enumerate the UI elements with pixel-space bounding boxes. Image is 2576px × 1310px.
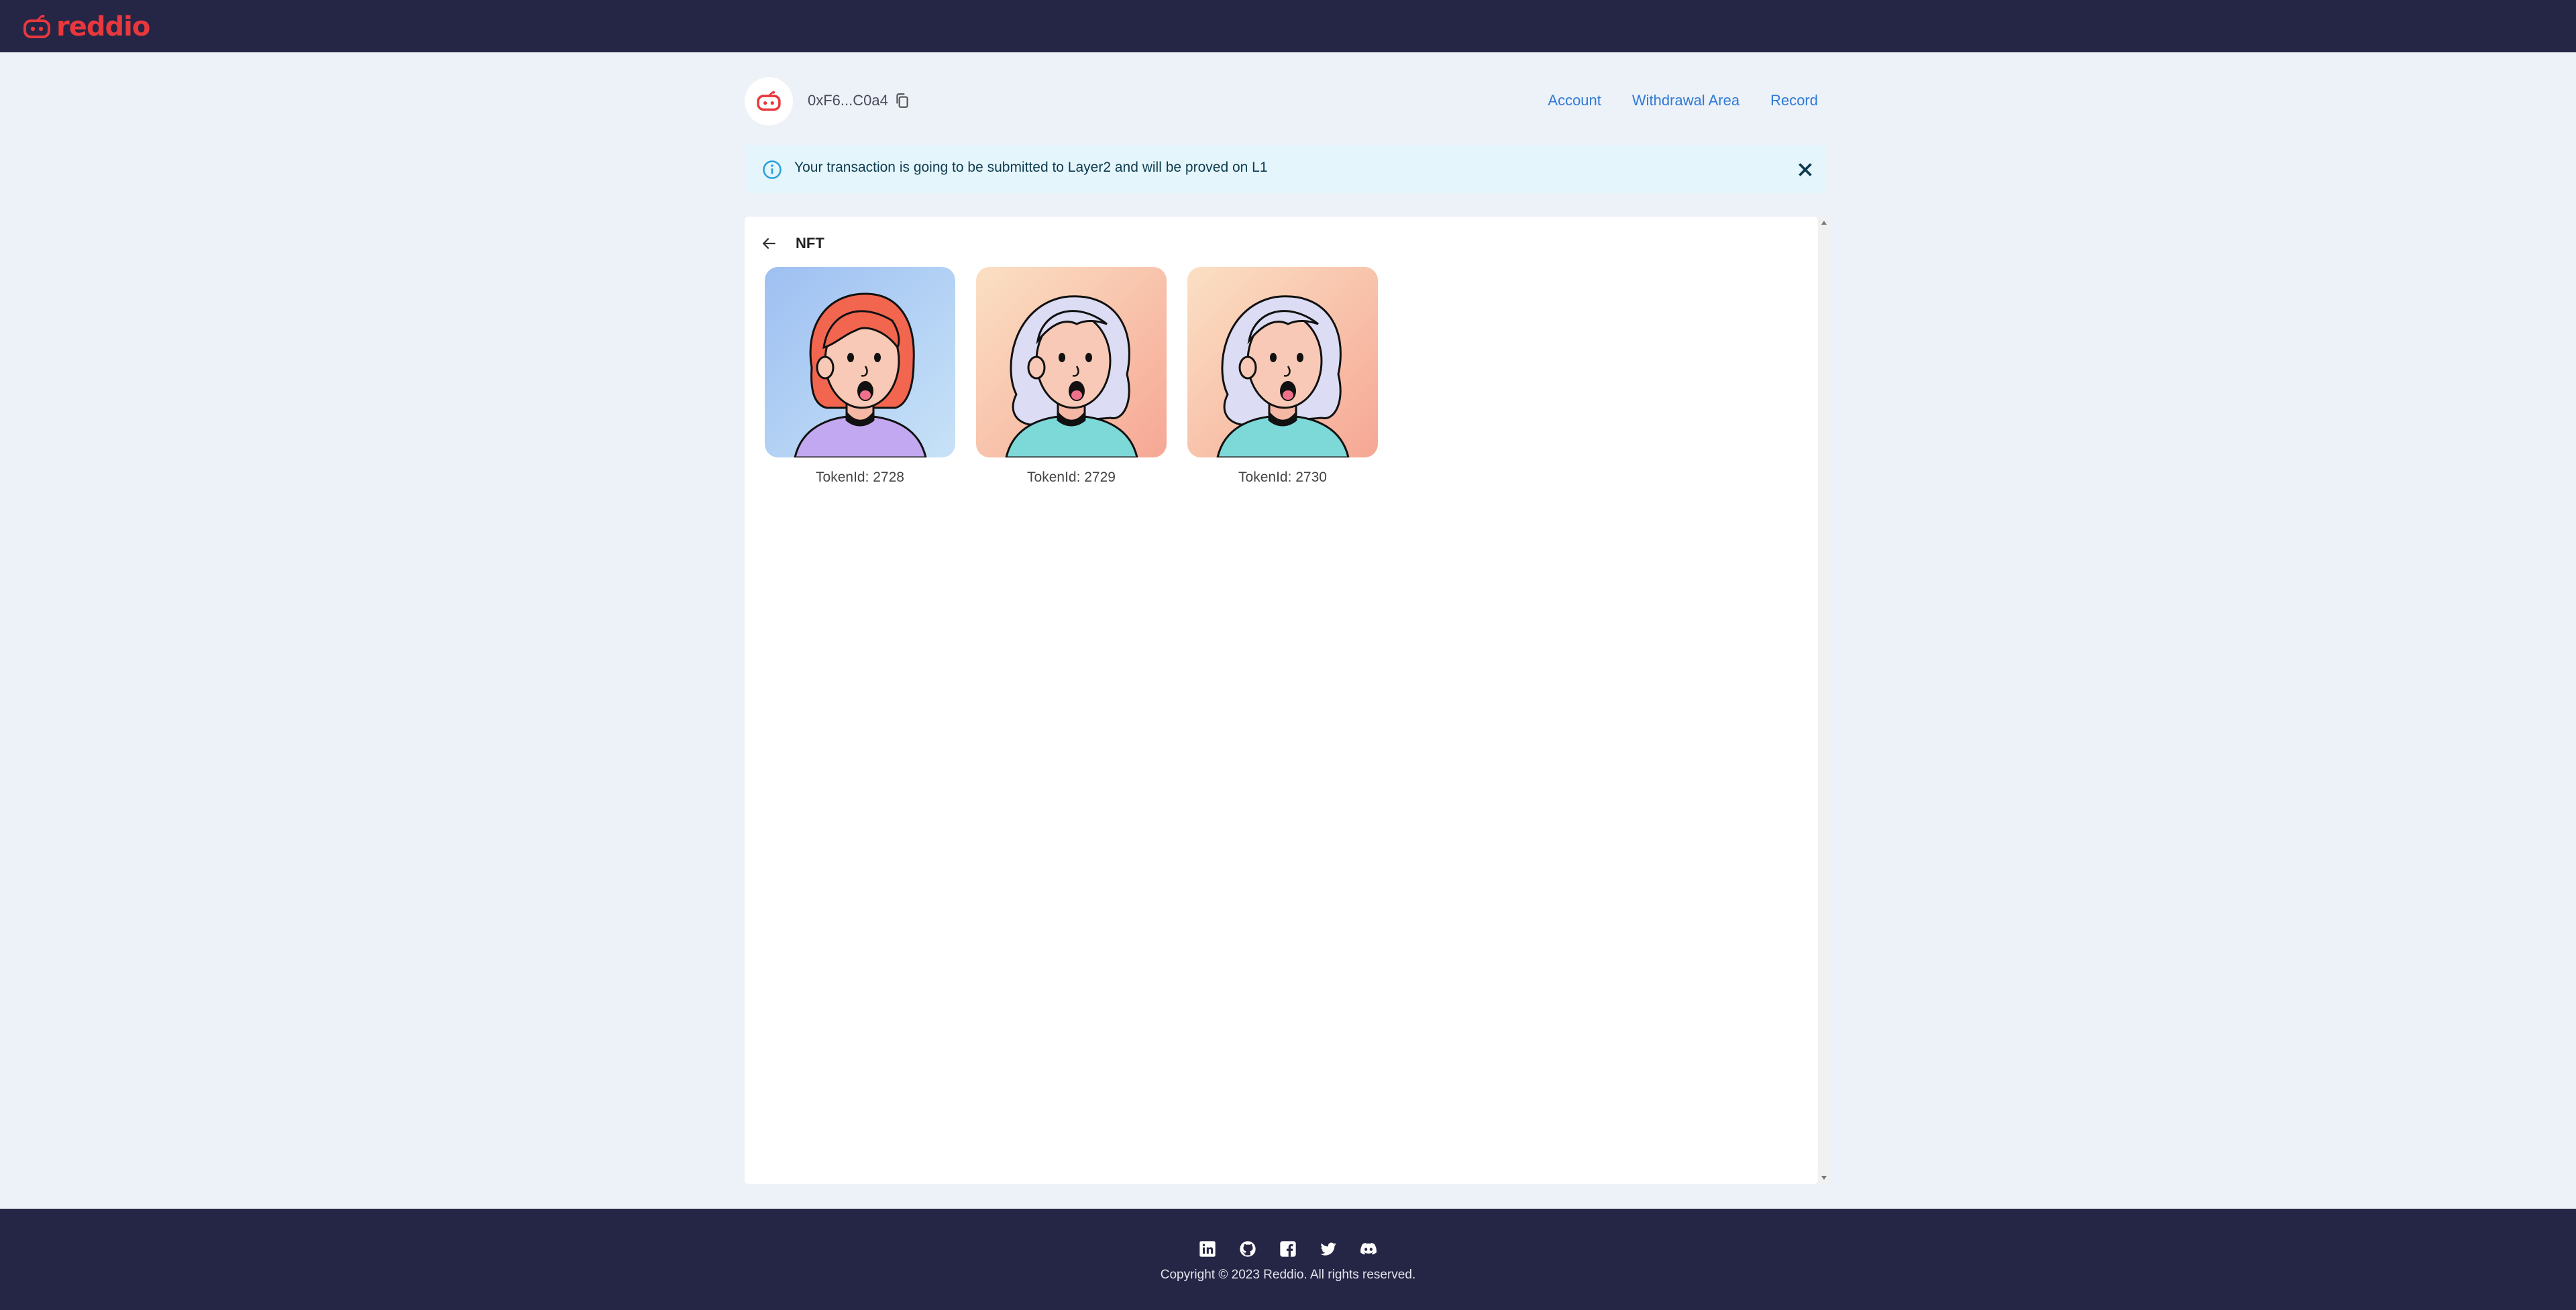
nft-token-id: TokenId: 2729 xyxy=(1027,470,1116,485)
nft-avatar-image xyxy=(976,267,1167,457)
nft-card[interactable]: TokenId: 2730 xyxy=(1187,267,1378,486)
main-nav: Account Withdrawal Area Record xyxy=(1548,92,1818,109)
nft-token-id: TokenId: 2728 xyxy=(816,470,904,485)
scroll-up-arrow[interactable] xyxy=(1821,221,1827,225)
brand-name: reddio xyxy=(56,11,150,42)
copyright-text: Copyright © 2023 Reddio. All rights rese… xyxy=(1160,1268,1416,1282)
twitter-icon[interactable] xyxy=(1319,1240,1338,1258)
nft-avatar-image xyxy=(765,267,955,457)
panel-header: NFT xyxy=(759,231,824,256)
reddio-avatar-icon xyxy=(757,91,781,111)
nav-record-link[interactable]: Record xyxy=(1770,92,1818,109)
nav-account-link[interactable]: Account xyxy=(1548,92,1601,109)
wallet-avatar xyxy=(745,77,793,125)
facebook-icon[interactable] xyxy=(1279,1240,1297,1258)
github-icon[interactable] xyxy=(1238,1240,1257,1258)
nft-panel: NFT TokenId: 2728 TokenId: 2729 TokenId: 2… xyxy=(745,217,1818,1184)
wallet-address: 0xF6...C0a4 xyxy=(808,92,888,109)
discord-icon[interactable] xyxy=(1359,1240,1378,1258)
panel-scrollbar[interactable] xyxy=(1818,217,1830,1184)
nav-withdrawal-area-link[interactable]: Withdrawal Area xyxy=(1632,92,1739,109)
nft-token-id: TokenId: 2730 xyxy=(1238,470,1327,485)
arrow-left-icon[interactable] xyxy=(759,233,780,254)
alert-message: Your transaction is going to be submitte… xyxy=(794,160,1268,175)
copy-icon[interactable] xyxy=(894,92,911,109)
nft-card[interactable]: TokenId: 2729 xyxy=(976,267,1167,486)
top-bar: reddio xyxy=(0,0,2576,52)
reddio-logo-icon xyxy=(23,15,50,38)
info-alert: Your transaction is going to be submitte… xyxy=(745,145,1826,193)
close-icon[interactable] xyxy=(1794,158,1817,181)
nft-avatar-image xyxy=(1187,267,1378,457)
account-header: 0xF6...C0a4 Account Withdrawal Area Reco… xyxy=(745,77,1818,125)
section-title: NFT xyxy=(796,235,824,252)
info-icon xyxy=(763,160,782,179)
nft-card[interactable]: TokenId: 2728 xyxy=(765,267,955,486)
nft-grid: TokenId: 2728 TokenId: 2729 TokenId: 2730 xyxy=(765,267,1378,486)
linkedin-icon[interactable] xyxy=(1198,1240,1217,1258)
social-links xyxy=(1198,1240,1378,1258)
footer: Copyright © 2023 Reddio. All rights rese… xyxy=(0,1209,2576,1310)
scroll-down-arrow[interactable] xyxy=(1821,1176,1827,1180)
brand-logo[interactable]: reddio xyxy=(23,11,150,42)
